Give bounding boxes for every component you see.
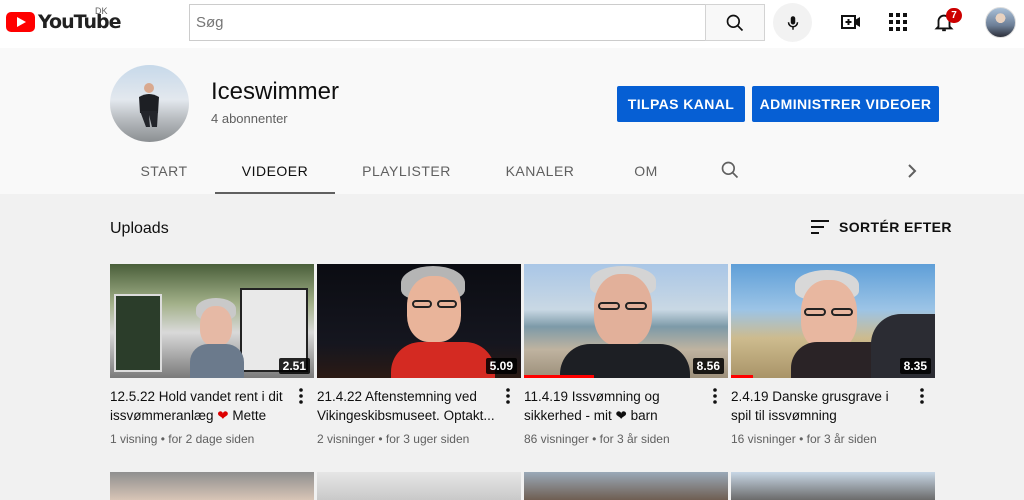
video-thumbnail-partial[interactable]: [110, 472, 314, 500]
heart-icon: ❤: [217, 408, 229, 423]
video-thumbnail[interactable]: 8.56: [524, 264, 728, 378]
manage-videos-button[interactable]: ADMINISTRER VIDEOER: [752, 86, 939, 122]
video-title[interactable]: 21.4.22 Aftenstemning ved Vikingeskibsmu…: [317, 387, 495, 425]
chevron-right-icon: [908, 164, 917, 178]
notification-badge: 7: [946, 8, 962, 23]
apps-button[interactable]: [884, 8, 912, 36]
video-card[interactable]: 8.56 11.4.19 Issvømning og sikkerhed - m…: [524, 264, 728, 446]
tab-channels[interactable]: KANALER: [494, 152, 586, 194]
video-card[interactable]: 8.35 2.4.19 Danske grusgrave i spil til …: [731, 264, 935, 446]
glasses-shape: [831, 308, 853, 316]
tabs-next-button[interactable]: [904, 162, 920, 185]
apps-grid-icon: [889, 13, 907, 31]
upload-age: for 2 dage siden: [168, 432, 255, 446]
meta-separator: •: [378, 432, 383, 446]
logo-country-code: DK: [95, 6, 108, 16]
tab-about[interactable]: OM: [618, 152, 674, 194]
video-metadata: 1 visning • for 2 dage siden: [110, 432, 314, 446]
channel-search-button[interactable]: [720, 160, 740, 185]
logo-text: YouTube: [38, 11, 121, 33]
product-box-image: [114, 294, 162, 372]
glasses-shape: [804, 308, 826, 316]
glasses-shape: [412, 300, 432, 308]
video-title[interactable]: 11.4.19 Issvømning og sikkerhed - mit ❤ …: [524, 387, 702, 425]
video-title-text: barn: [626, 408, 658, 423]
watch-progress-bar: [524, 375, 594, 378]
sort-icon: [811, 220, 829, 234]
video-thumbnail[interactable]: 8.35: [731, 264, 935, 378]
search-icon: [721, 161, 739, 179]
video-duration: 5.09: [485, 358, 517, 374]
video-thumbnail-partial[interactable]: [731, 472, 935, 500]
heart-icon: ❤: [615, 408, 627, 423]
sort-label: SORTÉR EFTER: [839, 219, 952, 235]
top-bar: YouTube DK 7: [0, 0, 1024, 48]
meta-separator: •: [799, 432, 804, 446]
face-shape: [594, 274, 652, 346]
search-bar: [189, 4, 765, 41]
video-title[interactable]: 2.4.19 Danske grusgrave i spil til issvø…: [731, 387, 909, 425]
jacket-shape: [391, 342, 495, 378]
more-options-icon[interactable]: [503, 386, 513, 406]
youtube-logo-icon: [6, 12, 35, 32]
upload-age: for 3 år siden: [599, 432, 670, 446]
video-title[interactable]: 12.5.22 Hold vandet rent i dit issvømmer…: [110, 387, 288, 425]
video-duration: 8.35: [899, 358, 931, 374]
more-options-icon[interactable]: [296, 386, 306, 406]
view-count: 86 visninger: [524, 432, 589, 446]
voice-search-button[interactable]: [773, 3, 812, 42]
watch-progress-bar: [731, 375, 753, 378]
mic-icon: [787, 15, 798, 30]
meta-separator: •: [160, 432, 165, 446]
subscriber-count: 4 abonnenter: [211, 111, 288, 126]
video-thumbnail[interactable]: 2.51: [110, 264, 314, 378]
more-options-icon[interactable]: [917, 386, 927, 406]
view-count: 2 visninger: [317, 432, 376, 446]
create-video-icon: [841, 15, 860, 29]
tab-start[interactable]: START: [124, 152, 204, 194]
tab-videos[interactable]: VIDEOER: [215, 152, 335, 194]
face-shape: [407, 276, 461, 342]
video-metadata: 16 visninger • for 3 år siden: [731, 432, 935, 446]
uploads-section: Uploads SORTÉR EFTER 2.51 12.5.22 Hold v…: [0, 194, 1024, 500]
channel-avatar: [110, 65, 189, 142]
section-title: Uploads: [110, 220, 169, 237]
channel-header: Iceswimmer 4 abonnenter TILPAS KANAL ADM…: [4, 48, 1020, 194]
video-thumbnail[interactable]: 5.09: [317, 264, 521, 378]
channel-name: Iceswimmer: [211, 78, 340, 105]
video-duration: 2.51: [278, 358, 310, 374]
sort-button[interactable]: SORTÉR EFTER: [809, 218, 952, 236]
video-card[interactable]: 2.51 12.5.22 Hold vandet rent i dit issv…: [110, 264, 314, 446]
create-button[interactable]: [837, 8, 865, 36]
channel-tabs: START VIDEOER PLAYLISTER KANALER OM: [4, 152, 1020, 194]
face-shape: [200, 306, 232, 346]
video-metadata: 2 visninger • for 3 uger siden: [317, 432, 521, 446]
glasses-shape: [598, 302, 620, 310]
search-icon: [726, 14, 744, 31]
person-figure: [139, 83, 159, 127]
video-card[interactable]: 5.09 21.4.22 Aftenstemning ved Vikingesk…: [317, 264, 521, 446]
account-avatar[interactable]: [985, 7, 1016, 38]
video-thumbnail-partial[interactable]: [317, 472, 521, 500]
video-thumbnail-partial[interactable]: [524, 472, 728, 500]
video-duration: 8.56: [692, 358, 724, 374]
shirt-shape: [190, 344, 244, 378]
video-title-text: Mette: [228, 408, 267, 423]
jacket-shape: [560, 344, 690, 378]
tab-playlists[interactable]: PLAYLISTER: [354, 152, 459, 194]
customize-channel-button[interactable]: TILPAS KANAL: [617, 86, 745, 122]
more-options-icon[interactable]: [710, 386, 720, 406]
upload-age: for 3 uger siden: [385, 432, 470, 446]
glasses-shape: [625, 302, 647, 310]
glasses-shape: [437, 300, 457, 308]
view-count: 16 visninger: [731, 432, 796, 446]
meta-separator: •: [592, 432, 597, 446]
search-input[interactable]: [189, 4, 705, 41]
video-metadata: 86 visninger • for 3 år siden: [524, 432, 728, 446]
upload-age: for 3 år siden: [806, 432, 877, 446]
search-button[interactable]: [705, 4, 765, 41]
view-count: 1 visning: [110, 432, 158, 446]
